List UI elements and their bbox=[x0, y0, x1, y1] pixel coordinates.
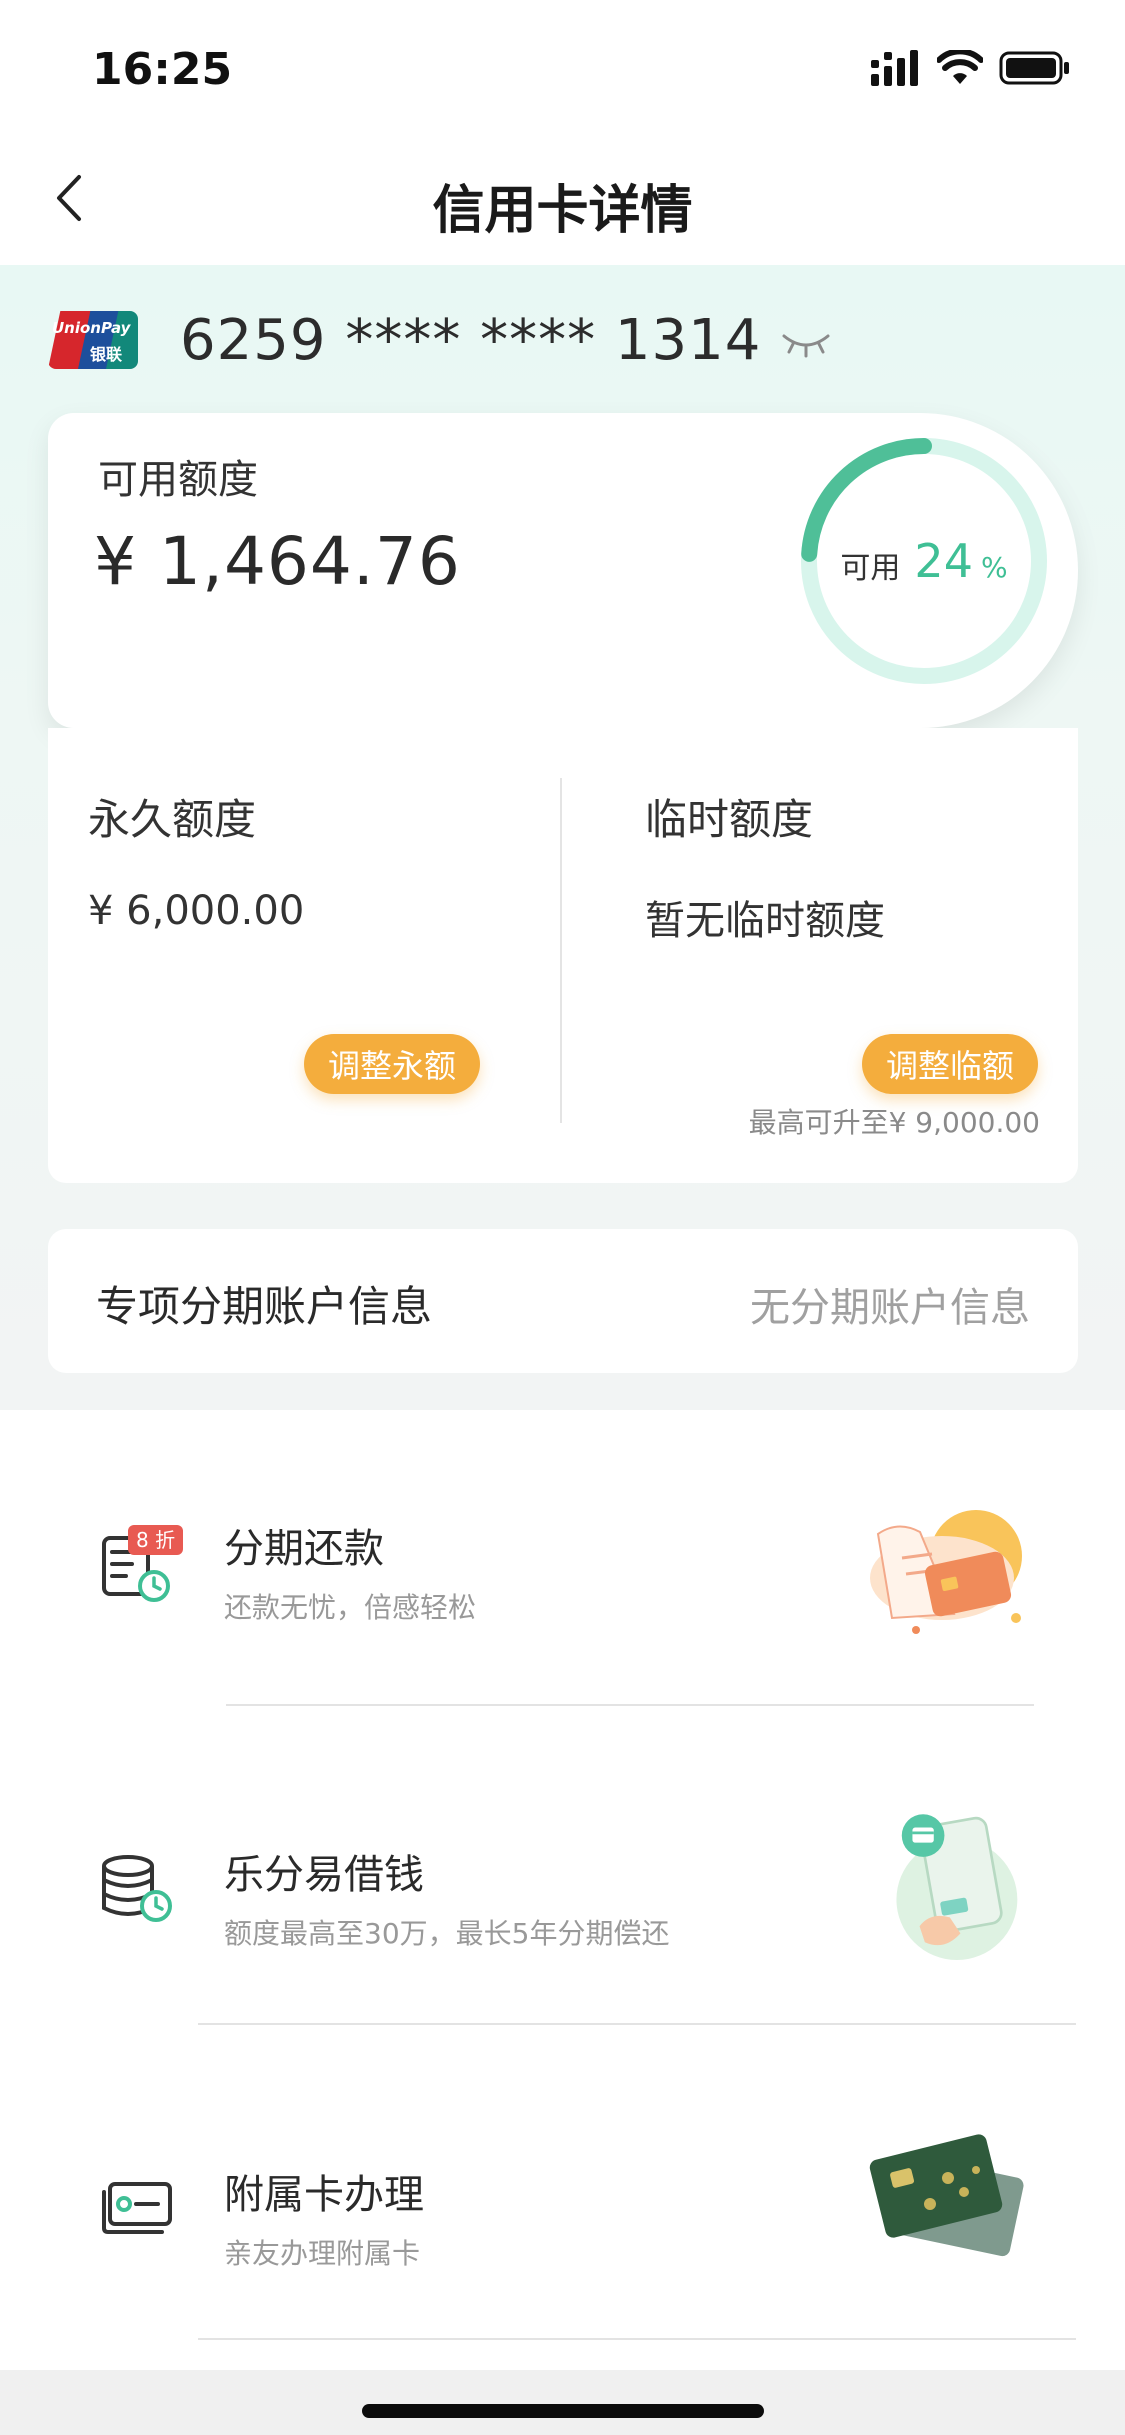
battery-icon bbox=[999, 51, 1069, 85]
ring-label: 可用 24 % bbox=[796, 433, 1052, 689]
service-title: 附属卡办理 bbox=[224, 2172, 424, 2218]
temporary-limit-value: 暂无临时额度 bbox=[645, 898, 885, 944]
nav-bar: 信用卡详情 bbox=[0, 140, 1125, 265]
signal-icon bbox=[871, 50, 918, 86]
service-item-installment-repay[interactable]: 8 折 分期还款 还款无忧，倍感轻松 bbox=[0, 1410, 1125, 1730]
status-icons bbox=[871, 50, 1071, 86]
permanent-limit-label: 永久额度 bbox=[88, 795, 257, 844]
installment-account-value: 无分期账户信息 bbox=[750, 1285, 1030, 1331]
adjust-permanent-button[interactable]: 调整永额 bbox=[304, 1034, 480, 1094]
services-list: 8 折 分期还款 还款无忧，倍感轻松 乐分易借钱 额度最高至30万，最长5年分期… bbox=[0, 1410, 1125, 2370]
bill-card-illustration bbox=[870, 1510, 1022, 1634]
service-title: 分期还款 bbox=[224, 1526, 384, 1572]
available-credit-amount: ¥ 1,464.76 bbox=[94, 523, 461, 600]
available-credit-card: 可用额度 ¥ 1,464.76 可用 24 % bbox=[48, 413, 1078, 728]
ring-percent: 24 bbox=[914, 534, 973, 588]
service-divider bbox=[226, 1704, 1034, 1706]
adjust-temporary-button[interactable]: 调整临额 bbox=[862, 1034, 1038, 1094]
ring-prefix: 可用 bbox=[840, 551, 901, 586]
max-limit-hint: 最高可升至¥ 9,000.00 bbox=[748, 1106, 1040, 1139]
home-indicator-area bbox=[0, 2370, 1125, 2435]
ring-percent-sign: % bbox=[980, 550, 1008, 584]
green-cards-illustration bbox=[869, 2134, 1024, 2257]
home-indicator[interactable] bbox=[362, 2404, 764, 2418]
phone-card-illustration bbox=[896, 1814, 1018, 1960]
service-title: 乐分易借钱 bbox=[224, 1852, 424, 1898]
unionpay-logo: UnionPay 银联 bbox=[48, 311, 138, 369]
limits-panel: 永久额度 ¥ 6,000.00 调整永额 临时额度 暂无临时额度 调整临额 最高… bbox=[48, 728, 1078, 1183]
card-summary: UnionPay 银联 6259 **** **** 1314 可用额度 ¥ 1… bbox=[0, 265, 1125, 1410]
cards-icon bbox=[102, 2182, 172, 2234]
service-item-supplementary-card[interactable]: 附属卡办理 亲友办理附属卡 bbox=[0, 2050, 1125, 2370]
status-bar: 16:25 bbox=[0, 0, 1125, 140]
status-time: 16:25 bbox=[92, 44, 233, 95]
card-number-row: UnionPay 银联 6259 **** **** 1314 bbox=[48, 305, 831, 375]
service-subtitle: 还款无忧，倍感轻松 bbox=[224, 1591, 477, 1624]
service-divider bbox=[198, 2023, 1076, 2025]
discount-badge: 8 折 bbox=[128, 1525, 184, 1555]
unionpay-logo-cn: 银联 bbox=[90, 345, 123, 364]
service-item-loan[interactable]: 乐分易借钱 额度最高至30万，最长5年分期偿还 bbox=[0, 1730, 1125, 2050]
eye-closed-icon[interactable] bbox=[781, 328, 831, 358]
permanent-limit-value: ¥ 6,000.00 bbox=[88, 888, 305, 934]
wifi-icon bbox=[937, 50, 983, 84]
page-title: 信用卡详情 bbox=[432, 181, 693, 241]
coins-clock-icon bbox=[102, 1855, 172, 1922]
temporary-limit-label: 临时额度 bbox=[645, 795, 814, 844]
installment-account-row[interactable]: 专项分期账户信息 无分期账户信息 bbox=[48, 1229, 1078, 1373]
unionpay-logo-text: UnionPay bbox=[52, 319, 131, 337]
service-subtitle: 亲友办理附属卡 bbox=[224, 2237, 421, 2270]
available-credit-label: 可用额度 bbox=[98, 457, 258, 503]
service-subtitle: 额度最高至30万，最长5年分期偿还 bbox=[224, 1917, 670, 1950]
card-number: 6259 **** **** 1314 bbox=[180, 307, 762, 373]
service-divider bbox=[198, 2338, 1076, 2340]
installment-account-label: 专项分期账户信息 bbox=[96, 1282, 433, 1331]
limits-divider bbox=[560, 778, 562, 1123]
